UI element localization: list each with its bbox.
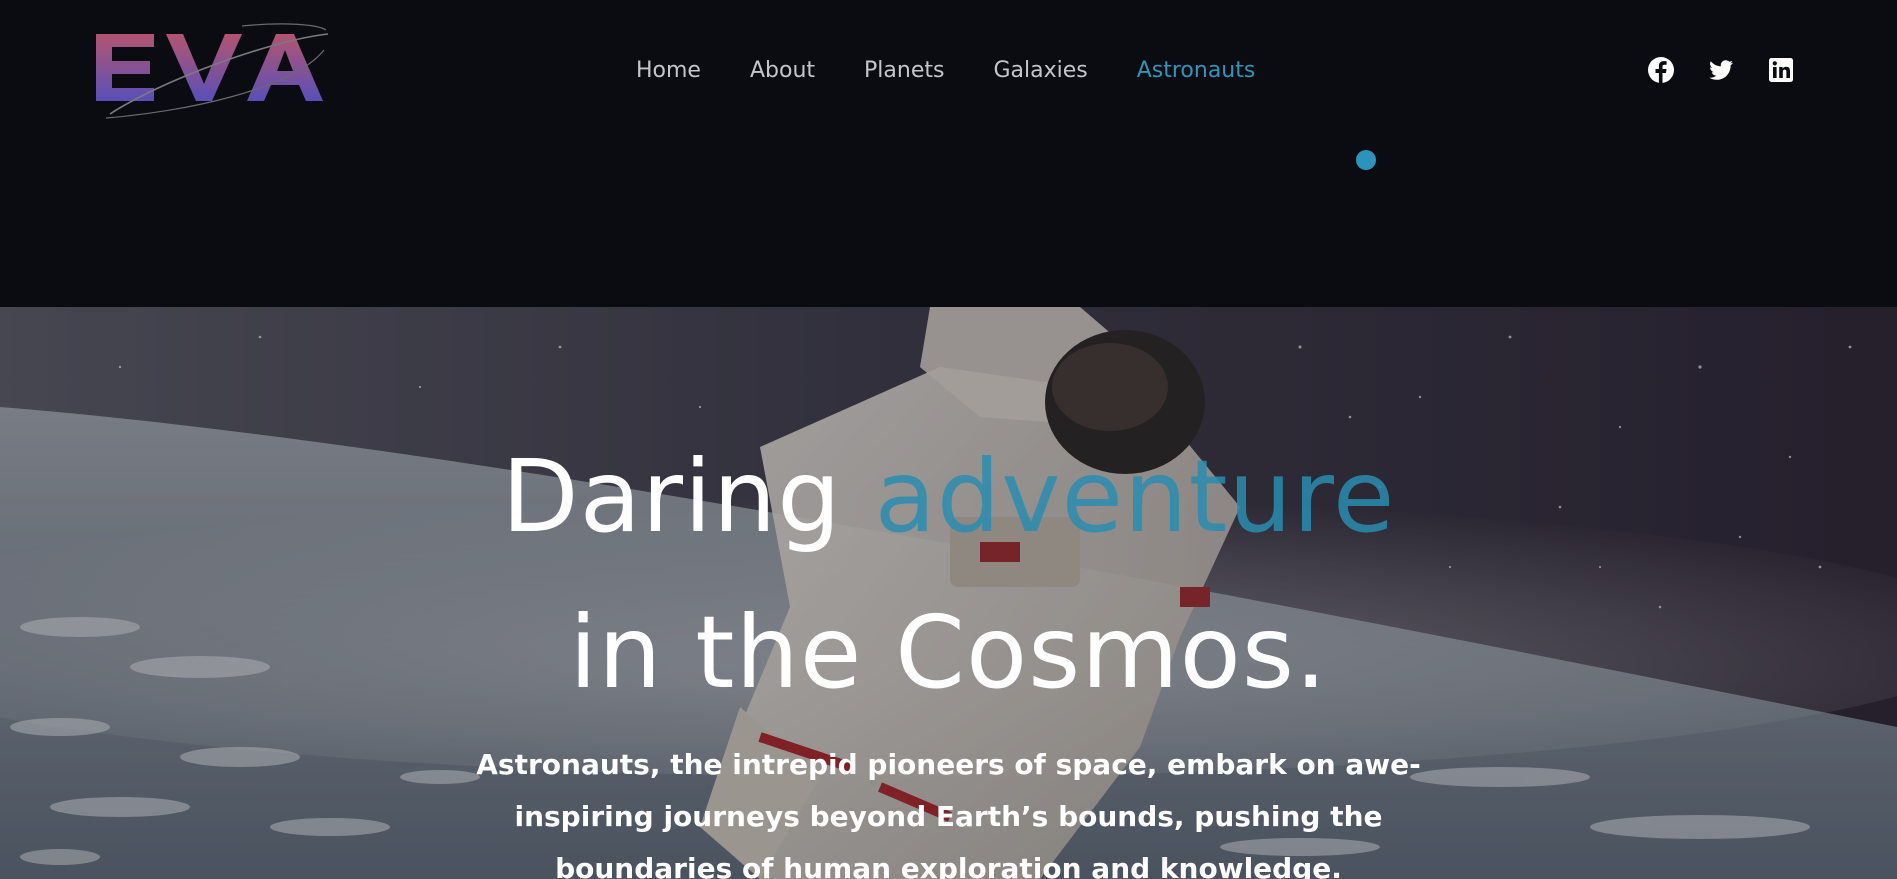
nav-galaxies[interactable]: Galaxies: [993, 56, 1087, 86]
hero-title: Daring adventure in the Cosmos.: [0, 419, 1897, 731]
eva-logo-graphic: [96, 23, 329, 119]
nav-astronauts[interactable]: Astronauts: [1137, 56, 1256, 86]
twitter-link[interactable]: [1707, 56, 1735, 84]
hero-title-word: Daring: [501, 438, 842, 555]
site-header: Home About Planets Galaxies Astronauts: [0, 0, 1897, 307]
hero-title-accent: adventure: [874, 438, 1396, 555]
hero-title-line2: in the Cosmos.: [569, 594, 1328, 711]
facebook-icon: [1648, 57, 1674, 83]
eva-logo[interactable]: [92, 20, 332, 126]
twitter-icon: [1709, 60, 1733, 80]
social-links: [1647, 56, 1795, 84]
nav-about[interactable]: About: [750, 56, 815, 86]
nav-planets[interactable]: Planets: [864, 56, 944, 86]
linkedin-link[interactable]: [1767, 56, 1795, 84]
active-indicator-dot: [1356, 150, 1376, 170]
linkedin-icon: [1769, 58, 1793, 82]
hero-section: Daring adventure in the Cosmos. Astronau…: [0, 307, 1897, 879]
main-nav: Home About Planets Galaxies Astronauts: [636, 56, 1304, 86]
facebook-link[interactable]: [1647, 56, 1675, 84]
hero-description: Astronauts, the intrepid pioneers of spa…: [476, 748, 1421, 879]
nav-home[interactable]: Home: [636, 56, 701, 86]
